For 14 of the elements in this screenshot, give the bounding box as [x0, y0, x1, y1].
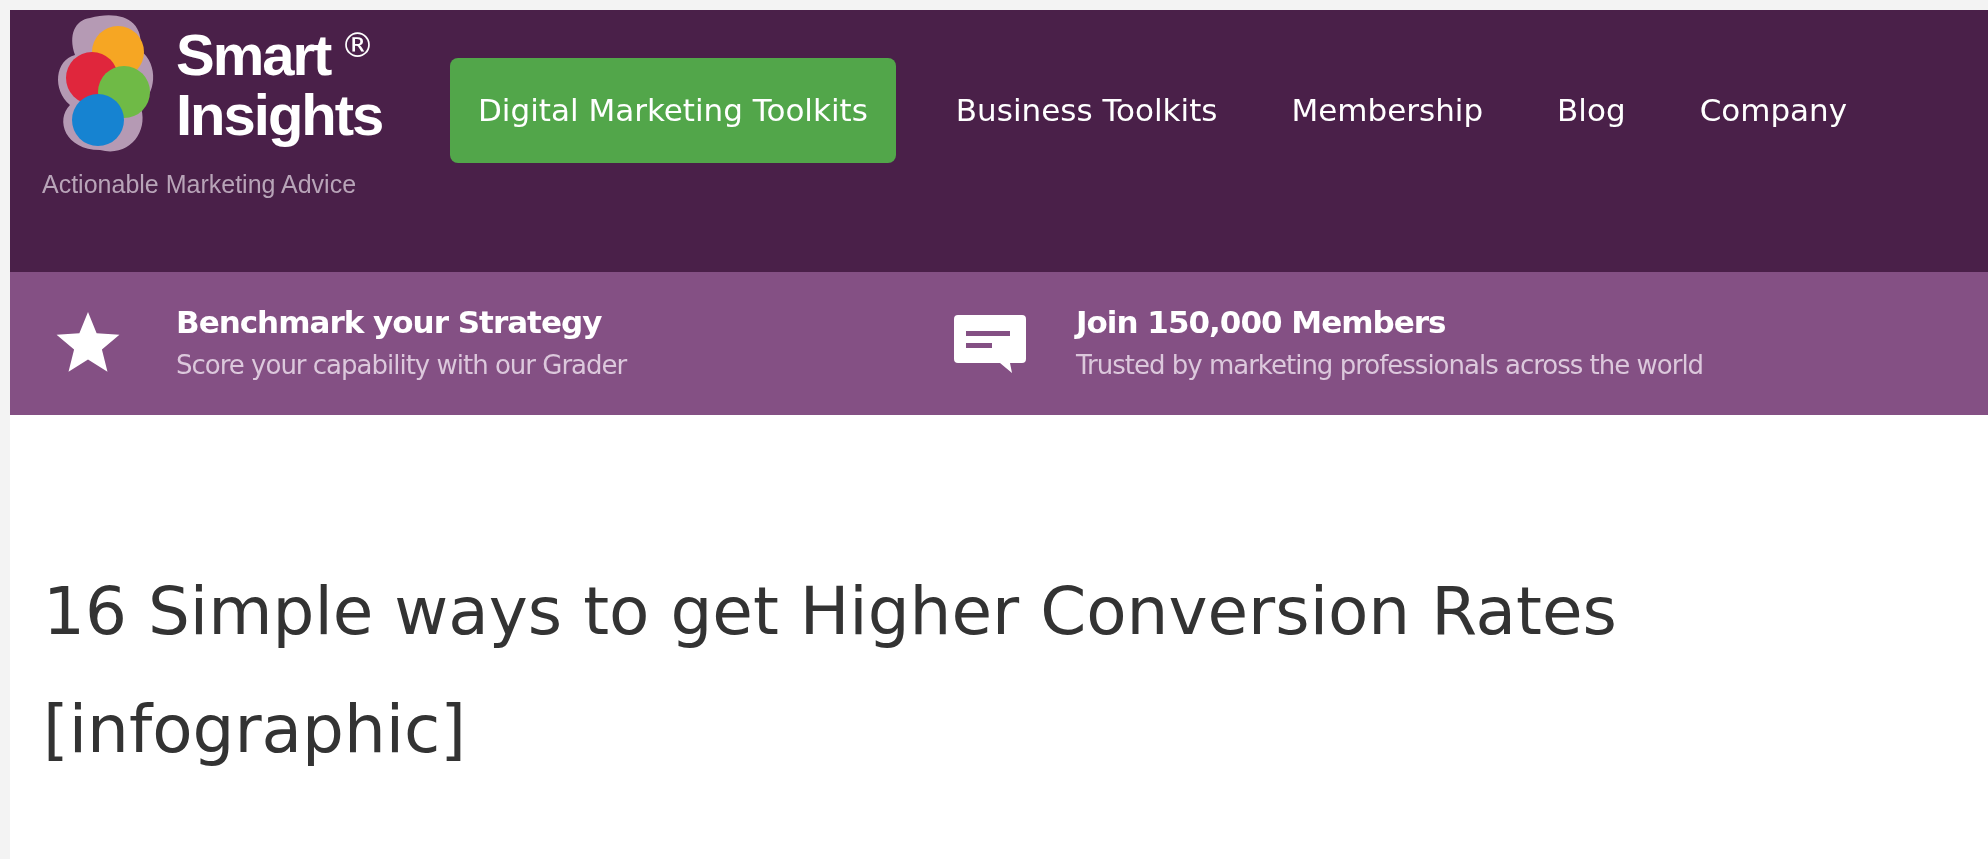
logo-text: Insights — [176, 85, 383, 145]
promo-title[interactable]: Benchmark your Strategy — [176, 300, 627, 343]
registered-mark: ® — [340, 25, 375, 65]
promo-title[interactable]: Join 150,000 Members — [1076, 300, 1704, 343]
nav-link[interactable]: Business Toolkits — [933, 87, 1240, 134]
article-title: 16 Simple ways to get Higher Conversion Rates [infographic] — [43, 572, 1618, 770]
logo-tagline: Actionable Marketing Advice — [42, 169, 358, 200]
promo-subtitle: Trusted by marketing professionals across the world — [1076, 348, 1704, 382]
promo-subtitle: Score your capability with our Grader — [176, 348, 627, 382]
nav-link[interactable]: Blog — [1535, 87, 1648, 134]
logo-text: Smart — [176, 25, 331, 85]
nav-link[interactable]: Company — [1677, 87, 1870, 134]
nav-link[interactable]: Membership — [1269, 87, 1506, 134]
chat-icon — [954, 314, 1026, 373]
